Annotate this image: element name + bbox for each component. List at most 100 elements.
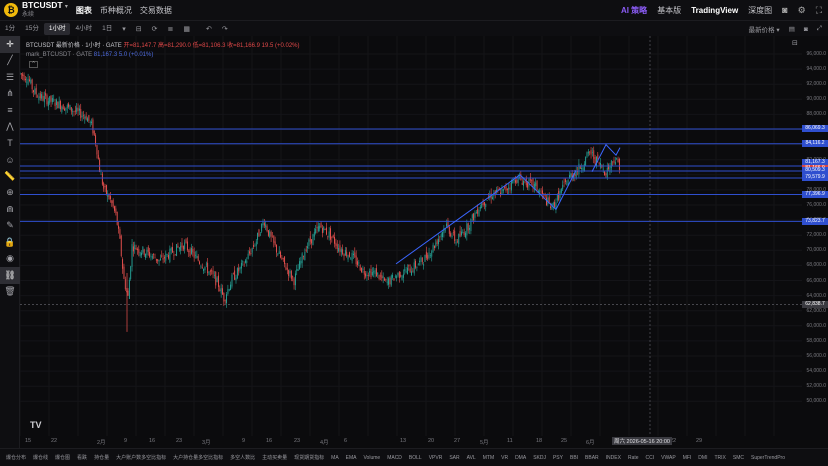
camera-icon[interactable]: ◙: [804, 26, 808, 33]
indicator-item[interactable]: BBI: [570, 455, 578, 461]
crosshair-tool-icon[interactable]: ✛: [0, 36, 20, 53]
indicator-item[interactable]: 多空人数比: [230, 454, 255, 461]
candle-body: [235, 277, 237, 281]
crosshair-time-label: 周六 2026-05-16 20:00: [612, 437, 672, 445]
basic-view-button[interactable]: 基本版: [657, 5, 681, 16]
indicator-item[interactable]: 爆仓分布: [6, 454, 26, 461]
price-type-select[interactable]: 最新价格 ▾: [749, 24, 780, 34]
indicator-item[interactable]: SAR: [449, 455, 459, 461]
indicator-item[interactable]: 持仓量: [94, 454, 109, 461]
indicators-icon[interactable]: ≣: [163, 25, 179, 33]
ai-strategy-button[interactable]: AI 策略: [621, 5, 647, 16]
layout-icon[interactable]: ▦: [178, 25, 195, 33]
emoji-tool-icon[interactable]: ☺: [0, 152, 20, 169]
indicator-item[interactable]: MTM: [483, 455, 494, 461]
magnet-icon[interactable]: ⋒: [0, 201, 20, 218]
candle-body: [359, 265, 361, 271]
time-tick-label: 27: [454, 438, 461, 444]
indicator-item[interactable]: DMI: [698, 455, 707, 461]
symbol-selector[interactable]: BTCUSDT ▾ 永续: [22, 1, 68, 19]
timeframe-15m[interactable]: 15分: [20, 23, 44, 35]
timeframe-4h[interactable]: 4小时: [70, 23, 97, 35]
lock-icon[interactable]: 🔒: [0, 234, 20, 251]
text-tool-icon[interactable]: T: [0, 135, 20, 152]
horizontal-lines-tool-icon[interactable]: ☰: [0, 69, 20, 86]
candlestick-plot[interactable]: ⊟ TV: [20, 36, 802, 436]
indicator-item[interactable]: DMA: [515, 455, 526, 461]
indicator-item[interactable]: 现货期货指标: [294, 454, 324, 461]
indicator-item[interactable]: Volume: [364, 455, 381, 461]
candle-body: [203, 268, 205, 271]
candle-body: [259, 234, 261, 236]
refresh-icon[interactable]: ⟳: [147, 25, 163, 33]
indicator-item[interactable]: CCI: [646, 455, 655, 461]
indicator-item[interactable]: PSY: [553, 455, 563, 461]
time-axis[interactable]: 15222月916233月916234月61320275月1118256月815…: [20, 436, 828, 448]
candle-body: [509, 187, 511, 189]
price-axis[interactable]: 96,000.0 94,000.0 92,000.0 90,000.0 88,000.0…: [802, 36, 828, 436]
legend-collapse-button[interactable]: ^: [29, 61, 38, 68]
candle-body: [527, 182, 529, 188]
redo-icon[interactable]: ↷: [217, 25, 233, 33]
candle-body: [290, 271, 292, 279]
candle-body: [153, 254, 155, 255]
indicator-item[interactable]: TRIX: [714, 455, 725, 461]
indicator-item[interactable]: 爆仓图: [55, 454, 70, 461]
pattern-tool-icon[interactable]: ⋀: [0, 119, 20, 136]
indicator-item[interactable]: MACD: [387, 455, 402, 461]
tab-overview[interactable]: 币种概况: [100, 5, 132, 16]
eye-icon[interactable]: ◉: [0, 251, 20, 268]
depth-chart-button[interactable]: 深度图: [748, 5, 772, 16]
candle-body: [335, 242, 337, 246]
tab-trade-data[interactable]: 交易数据: [140, 5, 172, 16]
settings-icon[interactable]: ⚙: [798, 5, 806, 16]
indicator-item[interactable]: SKDJ: [533, 455, 546, 461]
indicator-item[interactable]: Rate: [628, 455, 639, 461]
indicator-item[interactable]: 主动买卖量: [262, 454, 287, 461]
indicator-item[interactable]: BBAR: [585, 455, 599, 461]
fibonacci-tool-icon[interactable]: ≡: [0, 102, 20, 119]
pencil-lock-icon[interactable]: ✎: [0, 218, 20, 235]
trend-line-tool-icon[interactable]: ╱: [0, 53, 20, 70]
candle-body: [618, 158, 620, 170]
indicator-item[interactable]: AVL: [467, 455, 476, 461]
zoom-in-icon[interactable]: ⊕: [0, 185, 20, 202]
undo-icon[interactable]: ↶: [201, 25, 217, 33]
indicator-item[interactable]: SuperTrendPro: [751, 455, 785, 461]
candle-body: [76, 107, 78, 112]
link-icon[interactable]: ⛓: [0, 267, 20, 284]
indicator-item[interactable]: MFI: [683, 455, 692, 461]
candle-body: [598, 163, 600, 165]
indicator-item[interactable]: 看跌: [77, 454, 87, 461]
indicator-item[interactable]: VWAP: [661, 455, 676, 461]
indicator-item[interactable]: VR: [501, 455, 508, 461]
indicator-item[interactable]: 大户账户数多空比指标: [116, 454, 166, 461]
indicator-item[interactable]: 爆仓线: [33, 454, 48, 461]
fork-tool-icon[interactable]: ⋔: [0, 86, 20, 103]
candle-type-icon[interactable]: ⊟: [131, 25, 147, 33]
indicator-item[interactable]: INDEX: [606, 455, 621, 461]
tab-chart[interactable]: 图表: [76, 5, 92, 16]
indicator-item[interactable]: 大户持仓量多空比指标: [173, 454, 223, 461]
indicator-item[interactable]: SMC: [733, 455, 744, 461]
fullscreen-icon[interactable]: ⛶: [816, 5, 822, 16]
indicator-item[interactable]: VPVR: [429, 455, 443, 461]
ruler-tool-icon[interactable]: 📏: [0, 168, 20, 185]
time-tick-label: 23: [176, 438, 183, 444]
camera-icon[interactable]: ◙: [782, 5, 787, 15]
timeframe-1m[interactable]: 1分: [0, 23, 20, 35]
tradingview-button[interactable]: TradingView: [691, 6, 738, 15]
indicator-item[interactable]: EMA: [346, 455, 357, 461]
candle-body: [101, 173, 103, 185]
trash-icon[interactable]: 🗑: [0, 284, 20, 301]
candle-body: [485, 203, 487, 208]
indicator-item[interactable]: MA: [331, 455, 339, 461]
timeframe-1d[interactable]: 1日: [97, 23, 117, 35]
candle-body: [247, 253, 249, 259]
grid-icon[interactable]: ▤: [789, 25, 795, 33]
chevron-down-icon[interactable]: ▾: [117, 25, 131, 33]
price-chart[interactable]: ⊟ TV: [20, 36, 802, 436]
expand-icon[interactable]: ⤢: [817, 25, 822, 33]
timeframe-1h[interactable]: 1小时: [43, 22, 71, 35]
indicator-item[interactable]: BOLL: [409, 455, 422, 461]
